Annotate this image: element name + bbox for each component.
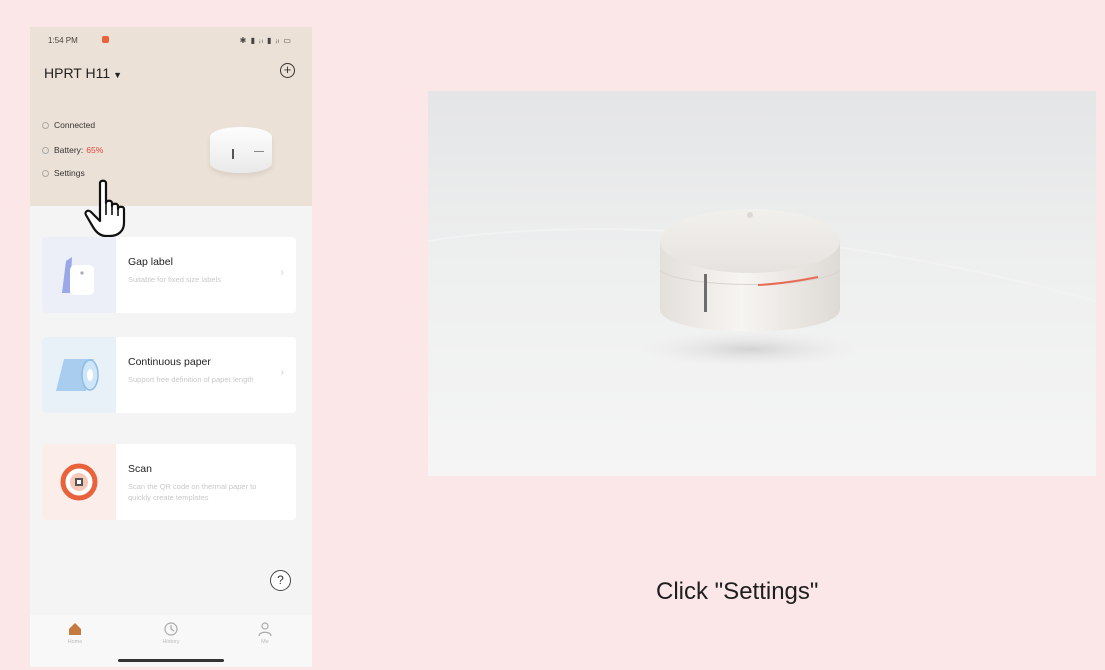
home-icon — [69, 623, 81, 635]
tab-me[interactable]: Me — [240, 621, 290, 645]
status-time: 1:54 PM — [48, 36, 78, 45]
card-title: Continuous paper — [128, 356, 211, 368]
battery-status: Battery: 65% — [42, 145, 103, 155]
phone-screen: 1:54 PM ✱ ▮ ᵢₗ ▮ ᵢₗ ▭ HPRT H11 ▼ + Connec… — [30, 27, 312, 667]
battery-dot-icon — [42, 146, 49, 154]
help-button[interactable]: ? — [270, 570, 291, 591]
tab-label: Me — [261, 639, 269, 645]
notification-icon — [102, 36, 109, 43]
card-description: Scan the QR code on thermal paper to qui… — [128, 482, 257, 502]
person-icon — [258, 622, 272, 637]
printer-photo-illustration — [428, 209, 1096, 367]
instruction-caption: Click "Settings" — [656, 578, 819, 605]
connected-label: Connected — [54, 120, 96, 130]
tab-label: Home — [67, 639, 83, 645]
gap-label-icon — [42, 237, 116, 313]
caret-down-icon: ▼ — [113, 70, 123, 80]
tab-home[interactable]: Home — [50, 621, 100, 645]
settings-link[interactable]: Settings — [42, 168, 85, 178]
card-title: Scan — [128, 463, 152, 475]
printer-image — [210, 127, 272, 173]
tab-label: History — [162, 639, 180, 645]
scan-card[interactable]: Scan Scan the QR code on thermal paper t… — [42, 444, 296, 520]
device-name: HPRT H11 — [44, 65, 111, 81]
card-description: Support free definition of paper length — [128, 375, 254, 384]
continuous-paper-card[interactable]: Continuous paper Support free definition… — [42, 337, 296, 413]
battery-value: 65% — [86, 145, 104, 155]
status-bar: 1:54 PM ✱ ▮ ᵢₗ ▮ ᵢₗ ▭ — [44, 35, 298, 49]
connected-dot-icon — [42, 121, 49, 129]
hand-cursor-icon — [84, 179, 126, 238]
card-description: Suitable for fixed size labels — [128, 275, 221, 284]
settings-dot-icon — [42, 169, 49, 177]
chevron-right-icon: › — [280, 267, 284, 278]
product-photo — [428, 91, 1096, 476]
device-selector[interactable]: HPRT H11 ▼ — [44, 65, 122, 81]
card-title: Gap label — [128, 256, 173, 268]
tab-history[interactable]: History — [146, 621, 196, 645]
continuous-paper-icon — [42, 337, 116, 413]
add-device-button[interactable]: + — [280, 63, 295, 78]
home-indicator — [118, 659, 224, 662]
chevron-right-icon: › — [280, 367, 284, 378]
gap-label-card[interactable]: Gap label Suitable for fixed size labels… — [42, 237, 296, 313]
status-icons: ✱ ▮ ᵢₗ ▮ ᵢₗ ▭ — [239, 36, 292, 45]
battery-label: Battery: — [54, 145, 84, 155]
settings-label: Settings — [54, 168, 85, 178]
scan-icon — [42, 444, 116, 520]
clock-icon — [164, 622, 178, 636]
connected-status: Connected — [42, 120, 95, 130]
device-header: 1:54 PM ✱ ▮ ᵢₗ ▮ ᵢₗ ▭ HPRT H11 ▼ + Connec… — [30, 27, 312, 206]
